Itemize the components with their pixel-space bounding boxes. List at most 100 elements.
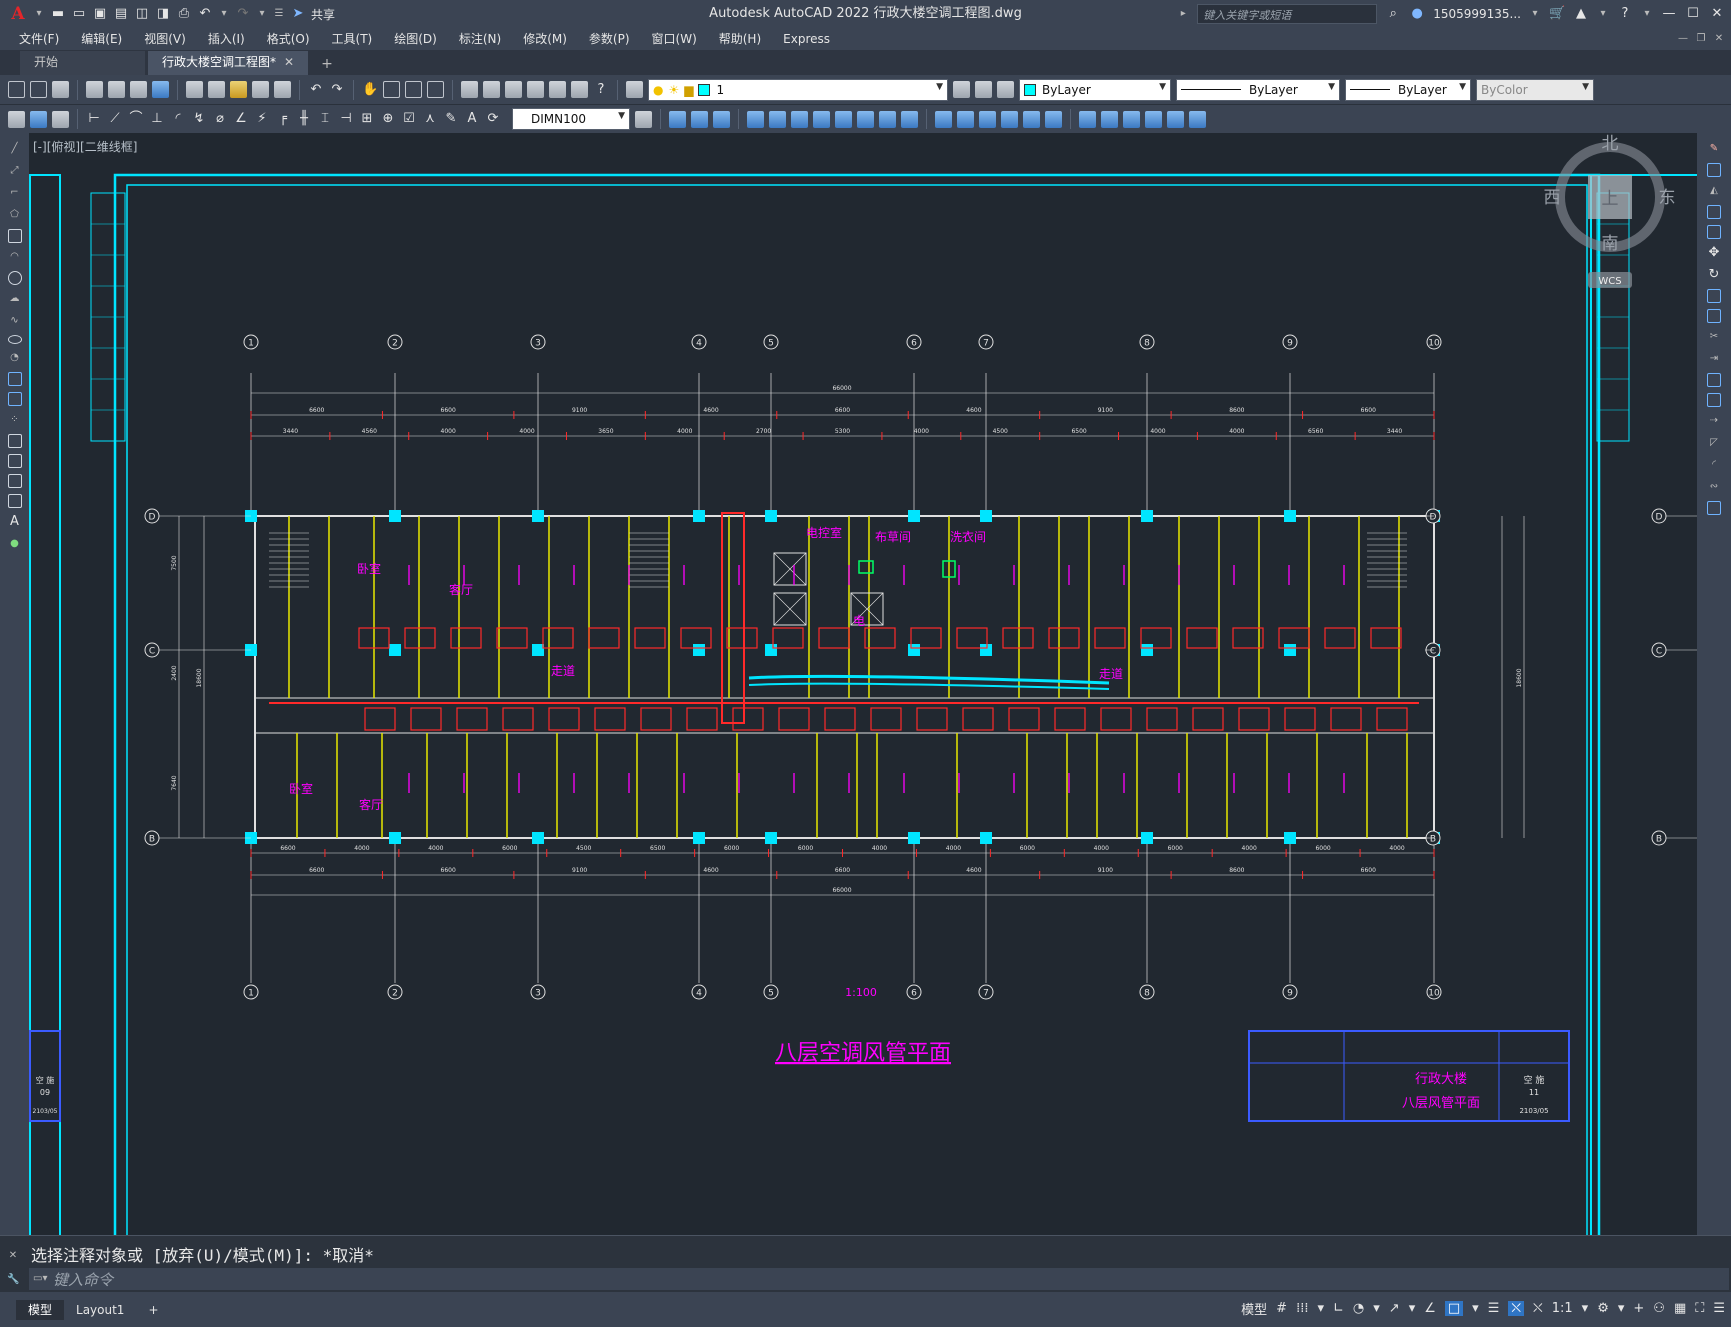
markup-tool-icon[interactable]	[549, 81, 566, 98]
chamfer-right-icon[interactable]: ◸	[1708, 435, 1720, 451]
menu-file[interactable]: 文件(F)	[8, 28, 70, 50]
calculator-tool-icon[interactable]	[571, 81, 588, 98]
clip-icon[interactable]	[1167, 110, 1184, 128]
maximize-icon[interactable]: ☐	[1685, 6, 1701, 22]
wcs-label[interactable]: WCS	[1598, 276, 1621, 287]
trim-right-icon[interactable]: ✂	[1708, 329, 1720, 345]
open-file-icon[interactable]: ▭	[71, 6, 87, 22]
menu-view[interactable]: 视图(V)	[133, 28, 197, 50]
color-dropdown[interactable]: ByLayer ▼	[1019, 78, 1171, 101]
undo-tool-icon[interactable]: ↶	[308, 82, 324, 98]
plot-tool-icon[interactable]	[86, 81, 103, 98]
plus-icon[interactable]: +	[1633, 1301, 1644, 1316]
blend-right-icon[interactable]: ∾	[1708, 479, 1720, 495]
layer-dropdown[interactable]: ● ☀ ▆ 1 ▼	[648, 78, 948, 101]
dimstyle-manager-icon[interactable]	[635, 110, 652, 128]
rectangle-icon[interactable]	[7, 229, 22, 243]
viewcube-top[interactable]: 上	[1602, 189, 1619, 209]
share-icon[interactable]: ➤	[290, 6, 306, 22]
osnap-track-icon[interactable]: ∠	[1424, 1301, 1436, 1316]
insert-block-left-icon[interactable]	[7, 372, 22, 386]
menu-draw[interactable]: 绘图(D)	[383, 28, 448, 50]
plot-icon[interactable]: ⎙	[176, 6, 192, 22]
break-point-icon[interactable]	[1707, 373, 1721, 387]
workspace-dropdown-icon[interactable]: ▾	[1618, 1301, 1625, 1316]
osnap-dropdown-icon[interactable]: ▾	[1472, 1301, 1479, 1316]
spline-icon[interactable]: ∿	[9, 313, 21, 329]
scale-right-icon[interactable]	[1707, 289, 1721, 303]
zoom-window-tool-icon[interactable]	[405, 81, 422, 98]
lengthen-icon[interactable]	[1045, 110, 1062, 128]
command-input-area[interactable]: ▭▾ 键入命令	[29, 1268, 1729, 1290]
pan-tool-icon[interactable]: ✋	[362, 82, 378, 98]
dim-continue-icon[interactable]: ╫	[296, 111, 312, 127]
extend-right-icon[interactable]: ⇥	[1708, 351, 1720, 367]
dim-linear-icon[interactable]: ⊢	[86, 111, 102, 127]
table-icon[interactable]	[7, 494, 22, 508]
search-expand-icon[interactable]: ▸	[1177, 6, 1189, 22]
move-right-icon[interactable]: ✥	[1706, 245, 1722, 261]
doc-minimize-icon[interactable]: —	[1677, 31, 1689, 47]
break-icon[interactable]	[901, 110, 918, 128]
viewcube[interactable]: 北 南 西 东 上 WCS	[1544, 134, 1676, 288]
menu-help[interactable]: 帮助(H)	[708, 28, 772, 50]
snap-icon[interactable]: ⁞⁞⁞	[1296, 1301, 1308, 1316]
doc-close-icon[interactable]: ✕	[1713, 31, 1725, 47]
layer-previous-icon[interactable]	[975, 81, 992, 98]
design-center-tool-icon[interactable]	[483, 81, 500, 98]
point-icon[interactable]: ⁘	[9, 412, 21, 428]
new-file-icon[interactable]: ▬	[50, 6, 66, 22]
menu-modify[interactable]: 修改(M)	[512, 28, 578, 50]
save-as-icon[interactable]: ▤	[113, 6, 129, 22]
xref-icon[interactable]	[1123, 110, 1140, 128]
viewcube-west[interactable]: 西	[1544, 188, 1561, 208]
viewcube-east[interactable]: 东	[1659, 188, 1676, 208]
snap-dropdown-icon[interactable]: ▾	[1317, 1301, 1324, 1316]
dim-edit-icon[interactable]: ✎	[443, 111, 459, 127]
zoom-previous-tool-icon[interactable]	[427, 81, 444, 98]
share-label[interactable]: 共享	[311, 6, 335, 23]
stretch-right-icon[interactable]	[1707, 309, 1721, 323]
clean-screen-icon[interactable]: ⛶	[1695, 1301, 1704, 1316]
menu-window[interactable]: 窗口(W)	[641, 28, 708, 50]
zoom-realtime-tool-icon[interactable]	[383, 81, 400, 98]
osnap-icon[interactable]: □	[1444, 1301, 1464, 1316]
help-icon[interactable]: ?	[1617, 6, 1633, 22]
undo-icon[interactable]: ↶	[197, 6, 213, 22]
cut-tool-icon[interactable]	[186, 81, 203, 98]
cart-icon[interactable]: 🛒	[1549, 6, 1565, 22]
layer-properties-tool-icon[interactable]	[626, 81, 643, 98]
new-tool-icon[interactable]	[8, 81, 25, 98]
menu-format[interactable]: 格式(O)	[256, 28, 321, 50]
dim-space-icon[interactable]: ⌶	[317, 111, 333, 127]
hatch-icon[interactable]	[7, 434, 22, 448]
extend-icon[interactable]	[879, 110, 896, 128]
help-dropdown-icon[interactable]: ▾	[1641, 6, 1653, 22]
make-current-layer-icon[interactable]	[953, 81, 970, 98]
tab-start[interactable]: 开始	[20, 51, 145, 75]
properties-tool-icon[interactable]	[461, 81, 478, 98]
publish-tool-icon[interactable]	[130, 81, 147, 98]
menu-insert[interactable]: 插入(I)	[197, 28, 256, 50]
center-mark-icon[interactable]: ⊕	[380, 111, 396, 127]
mirror-right-icon[interactable]: ◭	[1708, 183, 1720, 199]
inspection-icon[interactable]: ☑	[401, 111, 417, 127]
paste-tool-icon[interactable]	[230, 81, 247, 98]
stretch-icon[interactable]	[835, 110, 852, 128]
circle-icon[interactable]	[7, 271, 22, 285]
line-icon[interactable]: ╱	[9, 141, 21, 157]
array-icon[interactable]	[747, 110, 764, 128]
ellipse-icon[interactable]	[7, 335, 22, 344]
blend-icon[interactable]	[1023, 110, 1040, 128]
tab-layout1[interactable]: Layout1	[64, 1300, 136, 1320]
fillet-right-icon[interactable]: ◜	[1708, 457, 1720, 473]
make-block-left-icon[interactable]	[7, 392, 22, 406]
plotstyle-dropdown[interactable]: ByColor ▼	[1476, 78, 1594, 101]
lineweight-icon[interactable]: ☰	[1488, 1301, 1500, 1316]
open-tool-icon[interactable]	[30, 81, 47, 98]
block-editor-tool-icon[interactable]	[274, 81, 291, 98]
text-front-tool-icon[interactable]	[30, 110, 47, 128]
erase-icon[interactable]: ✎	[1708, 141, 1720, 157]
region-icon[interactable]	[7, 474, 22, 488]
minimize-icon[interactable]: —	[1661, 6, 1677, 22]
